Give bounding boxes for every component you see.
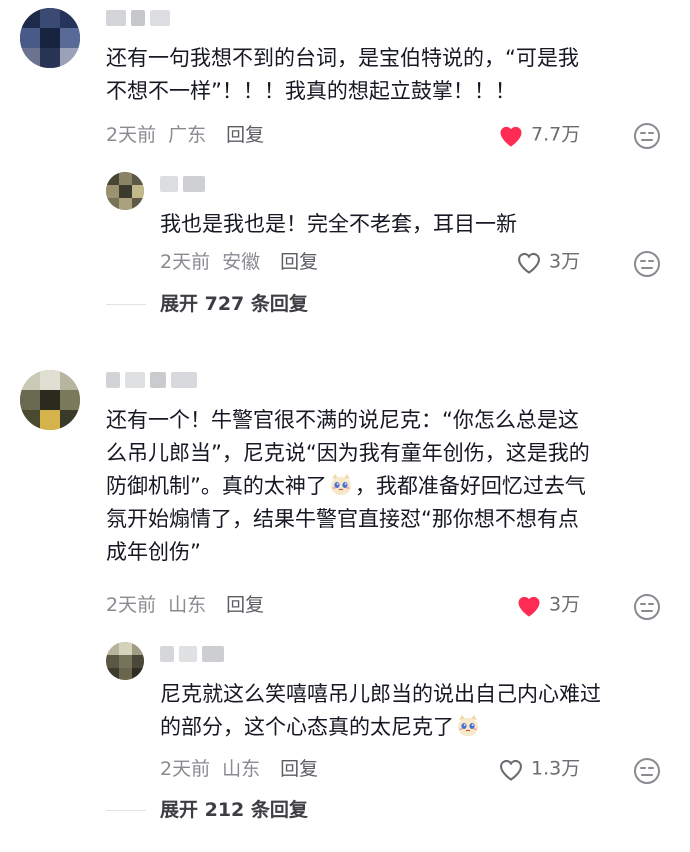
- avatar[interactable]: [106, 642, 144, 680]
- heart-filled-icon: [500, 126, 522, 147]
- expand-replies-button[interactable]: 展开 212 条回复: [160, 797, 308, 823]
- reply-button[interactable]: 回复: [280, 758, 318, 780]
- username[interactable]: [106, 10, 175, 28]
- timestamp: 2天前: [160, 758, 211, 780]
- heart-outline-icon: [500, 759, 522, 781]
- comment-thread: 还有一句我想不到的台词，是宝伯特说的，“可是我 不想不一样”！！！我真的想起立鼓…: [0, 0, 690, 852]
- location: 山东: [168, 594, 207, 616]
- like-count: 1.3万: [531, 757, 581, 780]
- avatar[interactable]: [106, 172, 144, 210]
- location: 广东: [168, 124, 207, 146]
- comment-meta: 2天前 广东 回复: [106, 122, 264, 148]
- expand-replies-button[interactable]: 展开 727 条回复: [160, 291, 308, 317]
- timestamp: 2天前: [160, 251, 211, 273]
- like-button[interactable]: 7.7万: [497, 120, 580, 148]
- location: 安徽: [222, 251, 261, 273]
- like-count: 3万: [549, 593, 581, 616]
- reply-button[interactable]: 回复: [226, 124, 264, 146]
- avatar[interactable]: [20, 370, 80, 430]
- heart-filled-icon: [518, 596, 540, 617]
- dislike-face-icon[interactable]: [633, 593, 661, 621]
- comment-text: 还有一句我想不到的台词，是宝伯特说的，“可是我 不想不一样”！！！我真的想起立鼓…: [106, 46, 579, 103]
- heart-outline-icon: [518, 252, 540, 274]
- like-button[interactable]: 3万: [515, 590, 580, 618]
- crying-cat-emoji: [330, 474, 351, 495]
- divider: [106, 810, 146, 811]
- avatar[interactable]: [20, 8, 80, 68]
- divider: [106, 304, 146, 305]
- reply-meta: 2天前 山东 回复: [160, 756, 318, 782]
- reply-text: 我也是我也是！完全不老套，耳目一新: [160, 212, 517, 236]
- reply-meta: 2天前 安徽 回复: [160, 249, 318, 275]
- reply-text: 尼克就这么笑嘻嘻吊儿郎当的说出自己内心难过 的部分，这个心态真的太尼克了: [160, 682, 601, 739]
- comment-meta: 2天前 山东 回复: [106, 592, 264, 618]
- timestamp: 2天前: [106, 124, 157, 146]
- like-count: 7.7万: [531, 123, 581, 146]
- username[interactable]: [106, 372, 202, 390]
- timestamp: 2天前: [106, 594, 157, 616]
- comment-text: 还有一个！牛警官很不满的说尼克：“你怎么总是这 么吊儿郎当”，尼克说“因为我有童…: [106, 408, 590, 564]
- like-button[interactable]: 3万: [515, 247, 580, 275]
- dislike-face-icon[interactable]: [633, 757, 661, 785]
- like-button[interactable]: 1.3万: [497, 754, 580, 782]
- reply-button[interactable]: 回复: [280, 251, 318, 273]
- dislike-face-icon[interactable]: [633, 250, 661, 278]
- dislike-face-icon[interactable]: [633, 122, 661, 150]
- location: 山东: [222, 758, 261, 780]
- like-count: 3万: [549, 250, 581, 273]
- username[interactable]: [160, 176, 210, 194]
- reply-button[interactable]: 回复: [226, 594, 264, 616]
- username[interactable]: [160, 646, 229, 664]
- crying-cat-emoji: [458, 715, 478, 736]
